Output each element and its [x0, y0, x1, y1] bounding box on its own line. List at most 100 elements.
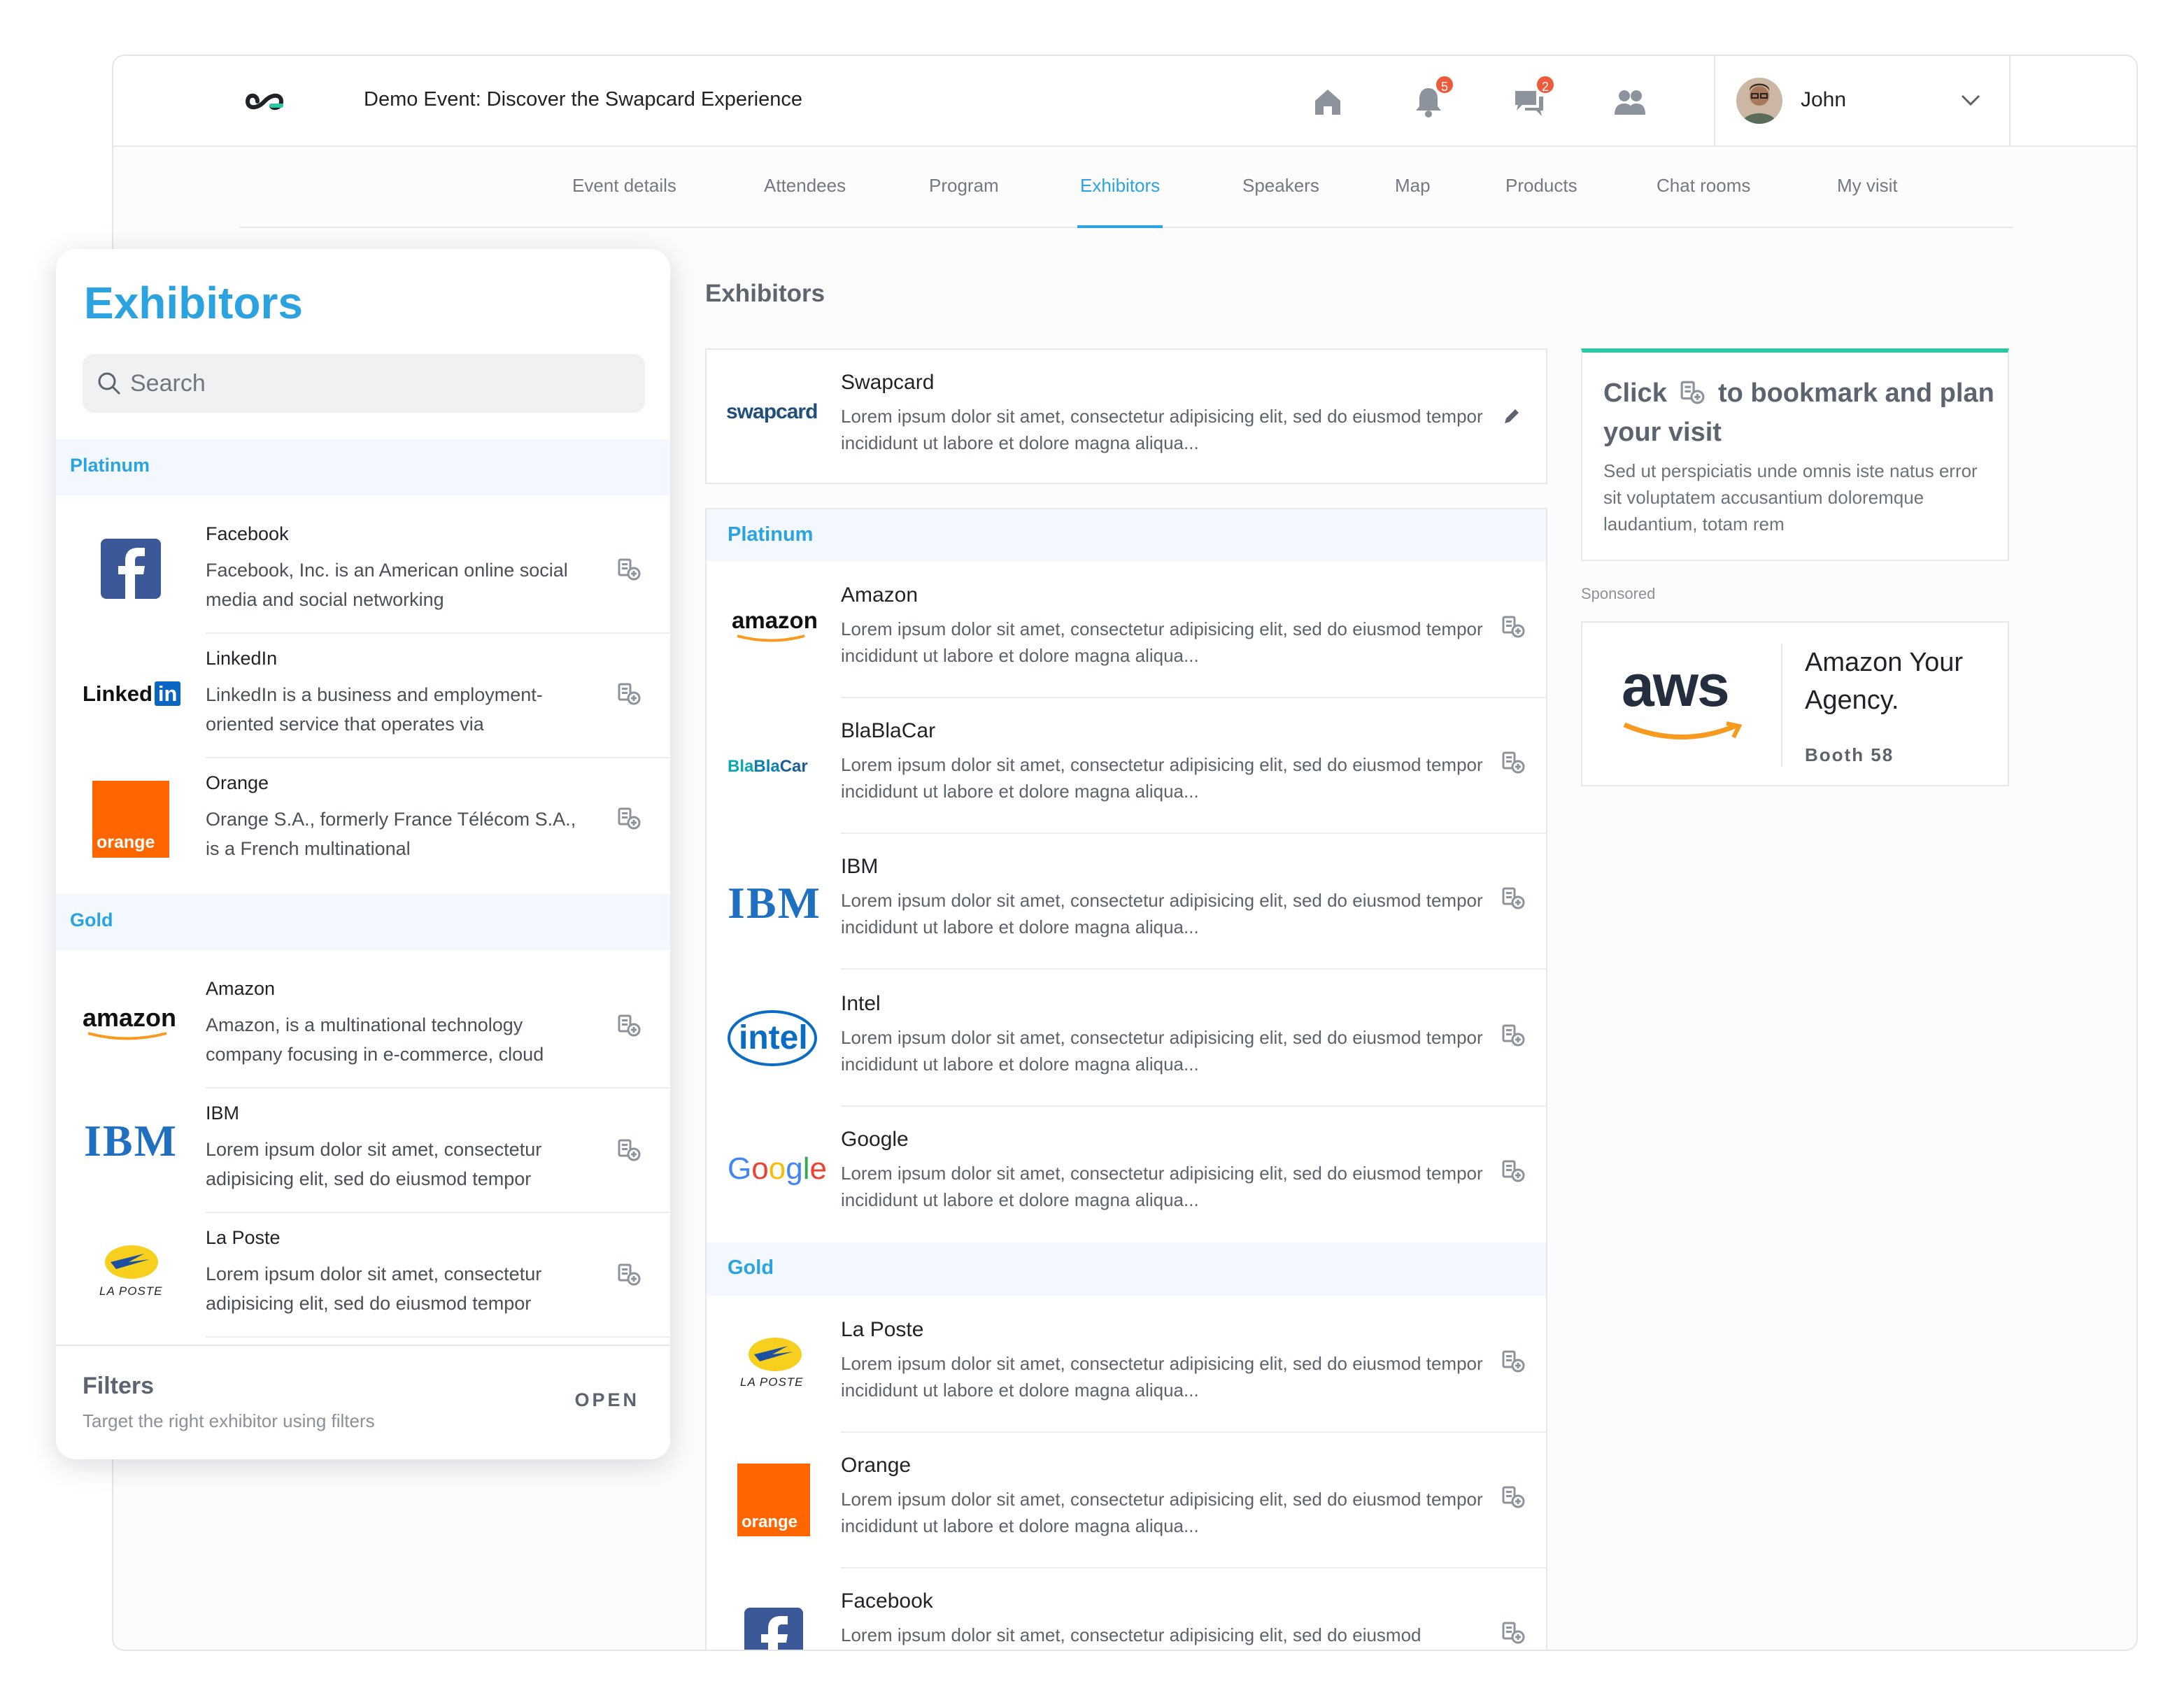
exhibitor-name[interactable]: IBM: [841, 855, 878, 879]
tab-program[interactable]: Program: [929, 147, 999, 228]
panel-item-desc: Orange S.A., formerly France Télécom S.A…: [206, 809, 576, 859]
bookmark-tip-card: Click to bookmark and plan your visit Se…: [1581, 348, 2009, 561]
sponsor-name[interactable]: Amazon Your Agency.: [1805, 644, 1994, 719]
tab-products[interactable]: Products: [1505, 147, 1577, 228]
sponsor-card[interactable]: aws Amazon Your Agency. Booth 58: [1581, 621, 2009, 786]
amazon-logo: amazon: [732, 607, 818, 642]
row-divider: [841, 1431, 1546, 1433]
tier-header-platinum: Platinum: [56, 439, 670, 495]
search-icon: [98, 372, 121, 395]
user-menu[interactable]: John: [1714, 56, 2011, 146]
event-title: Demo Event: Discover the Swapcard Experi…: [364, 88, 803, 111]
aws-logo: aws: [1622, 652, 1747, 757]
tier-label: Platinum: [70, 455, 150, 476]
linkedin-logo: Linked in: [83, 681, 181, 707]
facebook-logo: [744, 1608, 803, 1650]
exhibitor-name[interactable]: Facebook: [841, 1589, 933, 1613]
panel-item-name[interactable]: Orange: [206, 772, 269, 794]
bookmark-add-icon[interactable]: [1501, 1485, 1525, 1508]
panel-item-name[interactable]: Amazon: [206, 978, 275, 1000]
panel-item-name[interactable]: IBM: [206, 1103, 239, 1124]
row-divider: [206, 632, 670, 634]
bookmark-add-icon[interactable]: [617, 681, 641, 705]
bookmark-add-icon[interactable]: [1501, 614, 1525, 638]
exhibitor-name[interactable]: Amazon: [841, 583, 918, 607]
sponsor-divider: [1781, 644, 1782, 767]
bookmark-add-icon[interactable]: [1501, 1349, 1525, 1373]
exhibitors-panel: Exhibitors Platinum Facebook Facebook, I…: [56, 249, 670, 1459]
aws-smile-icon: [1623, 721, 1743, 739]
avatar[interactable]: [1736, 78, 1782, 124]
bookmark-add-icon[interactable]: [617, 1138, 641, 1161]
exhibitor-name[interactable]: Intel: [841, 992, 881, 1016]
exhibitor-name[interactable]: La Poste: [841, 1318, 923, 1342]
tab-attendees[interactable]: Attendees: [764, 147, 846, 228]
panel-title: Exhibitors: [84, 278, 303, 328]
search-box[interactable]: [83, 354, 645, 413]
laposte-logo: LA POSTE: [94, 1241, 171, 1304]
bookmark-add-icon[interactable]: [1501, 750, 1525, 774]
featured-name: Swapcard: [841, 371, 935, 394]
featured-exhibitor-card[interactable]: swapcard Swapcard Lorem ipsum dolor sit …: [705, 348, 1547, 484]
row-divider: [206, 757, 670, 758]
messages-badge: 2: [1535, 74, 1556, 95]
bookmark-add-icon[interactable]: [617, 1262, 641, 1286]
bookmark-add-icon[interactable]: [1501, 886, 1525, 909]
tab-map[interactable]: Map: [1395, 147, 1431, 228]
panel-item-desc: Amazon, is a multinational technology co…: [206, 1014, 544, 1065]
laposte-bird-icon: [105, 1245, 158, 1279]
panel-item-desc: LinkedIn is a business and employment-or…: [206, 684, 543, 735]
row-divider: [206, 1336, 670, 1338]
row-divider: [206, 1212, 670, 1213]
filters-subtitle: Target the right exhibitor using filters: [83, 1410, 375, 1431]
bookmark-add-icon[interactable]: [617, 806, 641, 830]
laposte-logo: LA POSTE: [737, 1333, 814, 1396]
exhibitor-list-card: Platinum amazon Amazon Lorem ipsum dolor…: [705, 508, 1547, 1650]
tab-my-visit[interactable]: My visit: [1837, 147, 1898, 228]
amazon-smile-icon: [737, 635, 805, 642]
swapcard-logo: swapcard: [726, 400, 818, 423]
contacts-button[interactable]: [1612, 84, 1648, 120]
people-icon: [1615, 90, 1645, 115]
exhibitor-desc: Lorem ipsum dolor sit amet, consectetur …: [841, 1353, 1483, 1401]
panel-item-name[interactable]: Facebook: [206, 523, 289, 545]
exhibitor-name[interactable]: Orange: [841, 1454, 911, 1478]
tab-chat-rooms[interactable]: Chat rooms: [1657, 147, 1750, 228]
row-divider: [841, 1567, 1546, 1568]
blablacar-logo: BlaBlaCar: [728, 757, 808, 776]
top-bar: Demo Event: Discover the Swapcard Experi…: [113, 56, 2136, 147]
exhibitor-desc: Lorem ipsum dolor sit amet, consectetur …: [841, 890, 1483, 937]
bookmark-add-icon[interactable]: [1501, 1159, 1525, 1182]
notifications-button[interactable]: 5: [1410, 74, 1455, 120]
exhibitor-name[interactable]: BlaBlaCar: [841, 719, 935, 743]
tab-speakers[interactable]: Speakers: [1242, 147, 1319, 228]
pencil-icon[interactable]: [1501, 406, 1522, 427]
exhibitor-desc: Lorem ipsum dolor sit amet, consectetur …: [841, 1489, 1483, 1536]
laposte-bird-icon: [749, 1338, 802, 1371]
bookmark-add-icon[interactable]: [1501, 1620, 1525, 1644]
panel-item-name[interactable]: LinkedIn: [206, 648, 277, 670]
section-heading: Exhibitors: [705, 280, 825, 307]
filters-open-button[interactable]: OPEN: [574, 1389, 639, 1411]
tier-header-gold: Gold: [56, 894, 670, 950]
exhibitor-desc: Lorem ipsum dolor sit amet, consectetur …: [841, 618, 1483, 666]
messages-button[interactable]: 2: [1511, 74, 1556, 120]
tab-event-details[interactable]: Event details: [572, 147, 676, 228]
exhibitor-name[interactable]: Google: [841, 1128, 909, 1152]
bookmark-add-icon[interactable]: [617, 557, 641, 581]
bookmark-add-icon[interactable]: [1501, 1023, 1525, 1047]
chevron-down-icon[interactable]: [1960, 92, 1981, 108]
sponsored-label: Sponsored: [1581, 585, 1656, 602]
sponsor-booth: Booth 58: [1805, 744, 1894, 765]
row-divider: [841, 1105, 1546, 1107]
swapcard-logo-icon[interactable]: [242, 87, 287, 116]
tip-text: Sed ut perspiciatis unde omnis iste natu…: [1603, 460, 1978, 534]
home-button[interactable]: [1310, 84, 1346, 120]
search-input[interactable]: [129, 354, 632, 413]
tip-title: Click to bookmark and plan your visit: [1603, 378, 1994, 447]
tier-header-gold: Gold: [707, 1242, 1546, 1296]
bookmark-add-icon[interactable]: [617, 1013, 641, 1037]
row-divider: [841, 833, 1546, 834]
tab-exhibitors[interactable]: Exhibitors: [1077, 147, 1163, 228]
panel-item-name[interactable]: La Poste: [206, 1227, 281, 1249]
